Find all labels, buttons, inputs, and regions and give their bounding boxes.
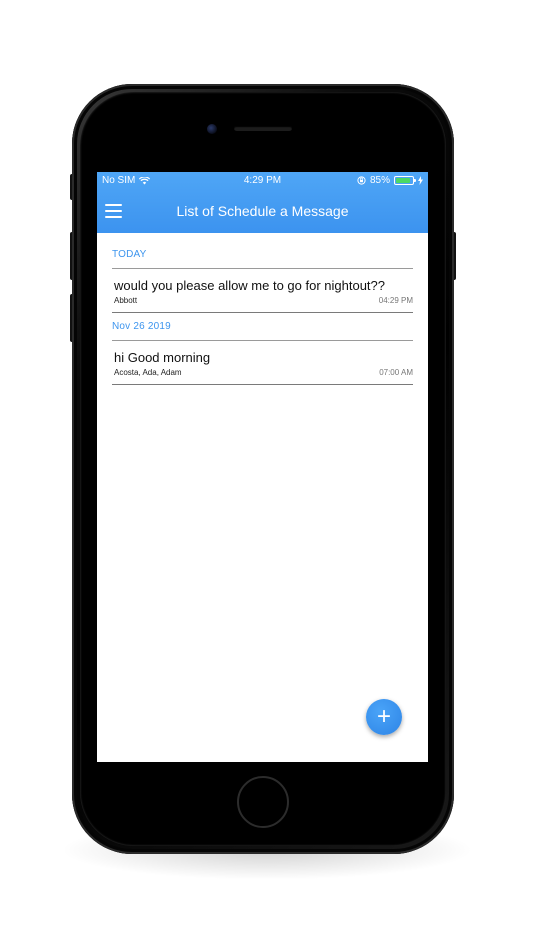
orientation-lock-icon [357,176,366,185]
battery-icon [394,176,416,185]
scheduled-message-list: TODAY would you please allow me to go fo… [112,233,413,385]
list-item[interactable]: hi Good morning Acosta, Ada, Adam 07:00 … [112,341,413,385]
app-screen: No SIM 4:29 PM 85% List of Schedule a Me… [97,172,428,762]
front-camera [207,124,217,134]
message-text: would you please allow me to go for nigh… [114,278,386,293]
message-recipients: Abbott [114,296,138,305]
status-bar: No SIM 4:29 PM 85% [97,172,428,190]
charging-bolt-icon [418,176,423,185]
home-button[interactable] [237,776,289,828]
battery-percent: 85% [369,175,390,186]
section-header-today: TODAY [112,233,413,269]
page-title: List of Schedule a Message [176,203,349,219]
section-header-date: Nov 26 2019 [112,313,413,341]
list-item[interactable]: would you please allow me to go for nigh… [112,269,413,313]
add-message-button[interactable]: + [366,699,402,735]
status-right: 85% [357,175,423,186]
hamburger-menu-icon[interactable] [105,204,122,218]
message-time: 07:00 AM [379,368,413,377]
earpiece-speaker [234,126,292,131]
app-header: No SIM 4:29 PM 85% List of Schedule a Me… [97,172,428,233]
battery-level-fill [396,178,410,183]
navigation-bar: List of Schedule a Message [97,190,428,233]
plus-icon: + [376,703,391,730]
message-text: hi Good morning [114,350,211,365]
message-time: 04:29 PM [378,296,413,305]
message-recipients: Acosta, Ada, Adam [114,368,182,377]
